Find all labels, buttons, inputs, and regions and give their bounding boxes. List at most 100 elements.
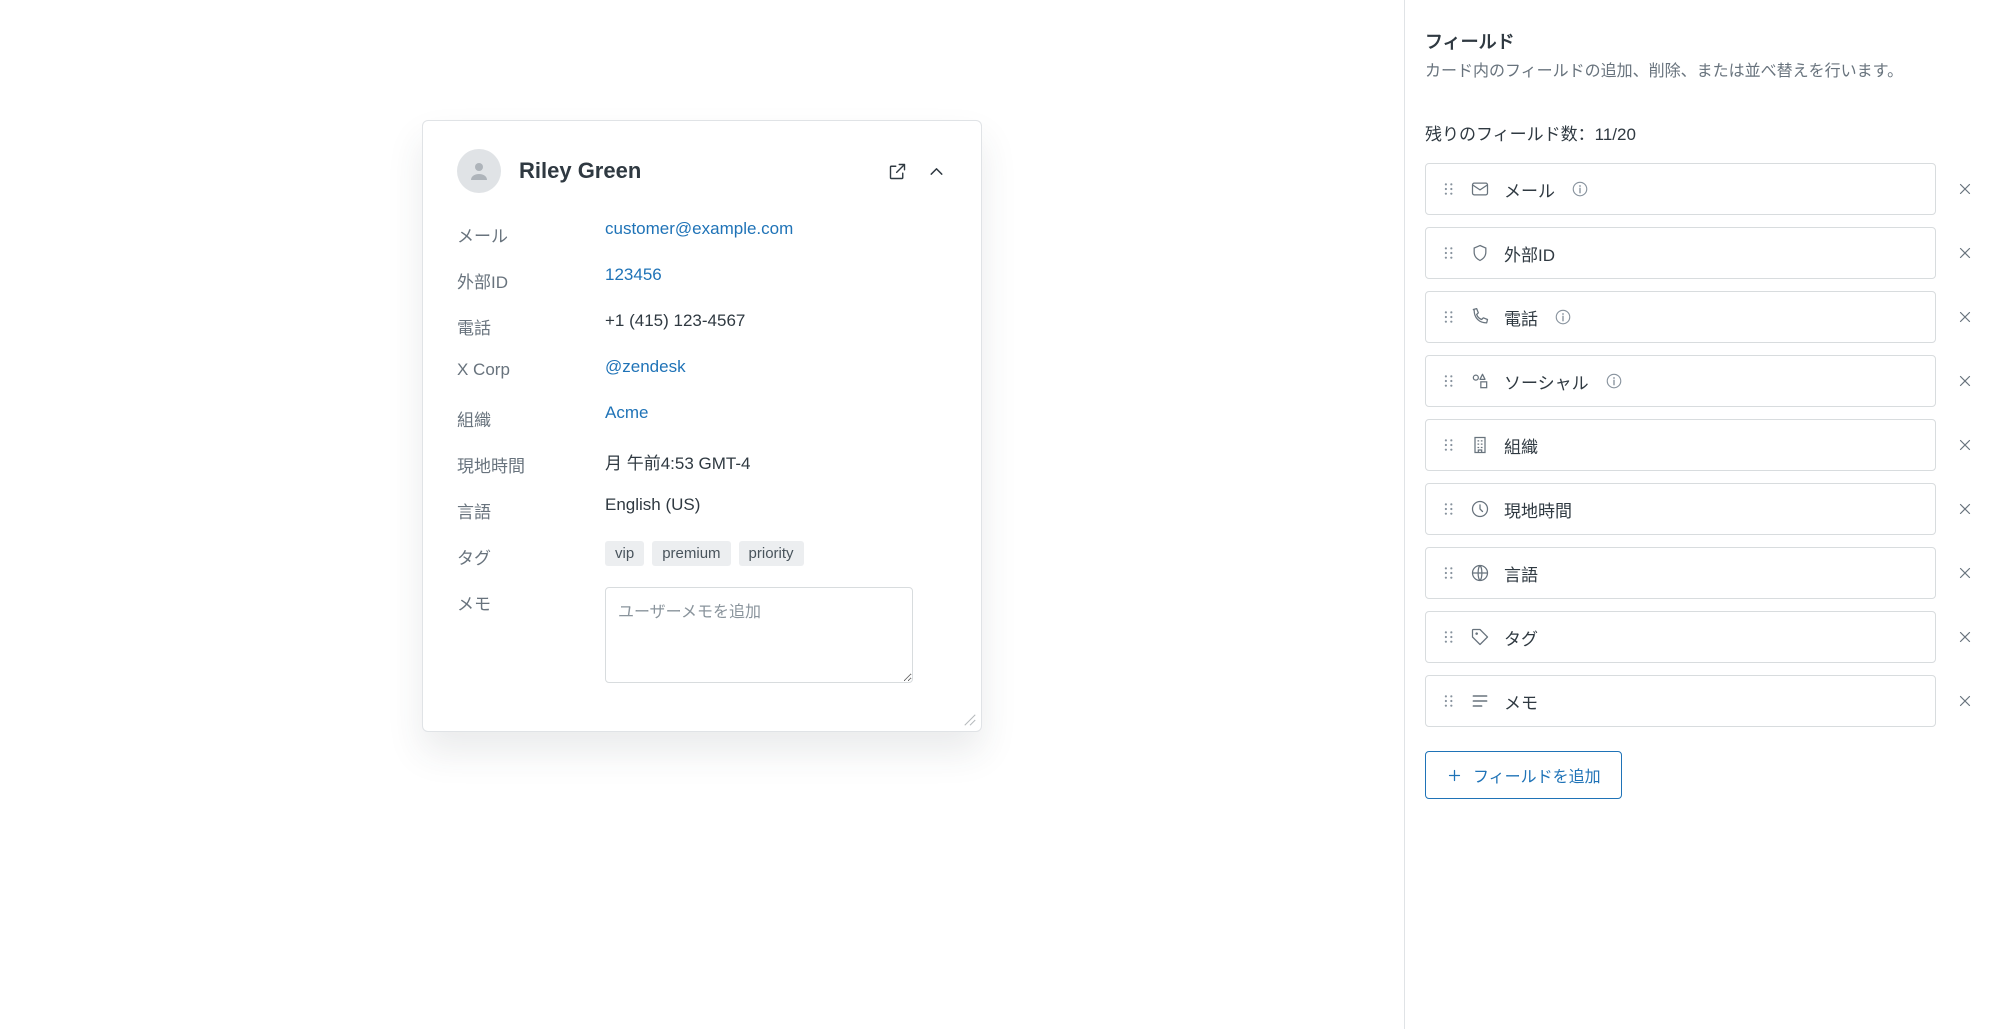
field-row-external-id: 外部ID 123456	[457, 265, 947, 293]
field-label: X Corp	[457, 357, 605, 380]
field-item[interactable]: 電話	[1425, 291, 1936, 343]
building-icon	[1470, 435, 1490, 455]
field-label: タグ	[457, 541, 605, 569]
info-button[interactable]	[1554, 308, 1572, 326]
drag-handle[interactable]	[1442, 436, 1456, 454]
remove-field-button[interactable]	[1950, 686, 1980, 716]
field-value-org[interactable]: Acme	[605, 403, 947, 423]
tag[interactable]: priority	[739, 541, 804, 566]
close-icon	[1956, 500, 1974, 518]
memo-input[interactable]	[605, 587, 913, 683]
close-icon	[1956, 436, 1974, 454]
popout-icon	[887, 161, 908, 182]
field-value-xcorp[interactable]: @zendesk	[605, 357, 947, 377]
field-row-org: 組織 Acme	[457, 403, 947, 431]
field-item[interactable]: 現地時間	[1425, 483, 1936, 535]
close-icon	[1956, 244, 1974, 262]
field-label: 電話	[457, 311, 605, 339]
field-value-phone: +1 (415) 123-4567	[605, 311, 947, 331]
field-value-localtime: 月 午前4:53 GMT-4	[605, 449, 947, 474]
tag[interactable]: vip	[605, 541, 644, 566]
field-item-label: ソーシャル	[1504, 369, 1589, 394]
config-panel: フィールド カード内のフィールドの追加、削除、または並べ替えを行います。 残りの…	[1404, 0, 2000, 1029]
field-item[interactable]: 組織	[1425, 419, 1936, 471]
tag[interactable]: premium	[652, 541, 730, 566]
field-item-label: メモ	[1504, 689, 1538, 714]
field-label: 外部ID	[457, 265, 605, 293]
drag-handle[interactable]	[1442, 372, 1456, 390]
field-row-memo: メモ	[457, 587, 947, 683]
drag-handle[interactable]	[1442, 244, 1456, 262]
field-item-wrap: 外部ID	[1425, 227, 1980, 279]
field-item[interactable]: メモ	[1425, 675, 1936, 727]
field-label: 組織	[457, 403, 605, 431]
remaining-field-count: 残りのフィールド数：11/20	[1425, 120, 1980, 145]
field-item[interactable]: 外部ID	[1425, 227, 1936, 279]
globe-icon	[1470, 563, 1490, 583]
chevron-up-icon	[926, 161, 947, 182]
close-icon	[1956, 628, 1974, 646]
field-item-wrap: 言語	[1425, 547, 1980, 599]
drag-icon	[1442, 436, 1456, 454]
field-item-wrap: メモ	[1425, 675, 1980, 727]
add-field-label: フィールドを追加	[1473, 763, 1601, 787]
info-icon	[1605, 372, 1623, 390]
remove-field-button[interactable]	[1950, 174, 1980, 204]
field-item[interactable]: タグ	[1425, 611, 1936, 663]
field-item-label: メール	[1504, 177, 1555, 202]
field-label: メール	[457, 219, 605, 247]
drag-handle[interactable]	[1442, 692, 1456, 710]
remove-field-button[interactable]	[1950, 366, 1980, 396]
field-item-wrap: ソーシャル	[1425, 355, 1980, 407]
drag-handle[interactable]	[1442, 628, 1456, 646]
notes-icon	[1470, 691, 1490, 711]
drag-icon	[1442, 500, 1456, 518]
field-item-label: 電話	[1504, 305, 1538, 330]
field-label: 現地時間	[457, 449, 605, 477]
field-item-wrap: 組織	[1425, 419, 1980, 471]
add-field-button[interactable]: フィールドを追加	[1425, 751, 1622, 799]
resize-handle-icon	[963, 713, 977, 727]
field-label: メモ	[457, 587, 605, 615]
collapse-button[interactable]	[926, 161, 947, 182]
remove-field-button[interactable]	[1950, 430, 1980, 460]
drag-handle[interactable]	[1442, 564, 1456, 582]
panel-title: フィールド	[1425, 28, 1980, 54]
user-icon	[467, 159, 491, 183]
close-icon	[1956, 692, 1974, 710]
remove-field-button[interactable]	[1950, 558, 1980, 588]
popout-button[interactable]	[887, 161, 908, 182]
field-item-label: 組織	[1504, 433, 1538, 458]
drag-handle[interactable]	[1442, 308, 1456, 326]
field-item-label: 現地時間	[1504, 497, 1572, 522]
drag-icon	[1442, 372, 1456, 390]
close-icon	[1956, 180, 1974, 198]
field-item[interactable]: 言語	[1425, 547, 1936, 599]
drag-handle[interactable]	[1442, 500, 1456, 518]
field-value-email[interactable]: customer@example.com	[605, 219, 947, 239]
drag-icon	[1442, 692, 1456, 710]
avatar	[457, 149, 501, 193]
user-card: Riley Green メール customer@example.com 外部I…	[422, 120, 982, 732]
remove-field-button[interactable]	[1950, 302, 1980, 332]
drag-icon	[1442, 180, 1456, 198]
field-item-wrap: 現地時間	[1425, 483, 1980, 535]
field-item-label: 外部ID	[1504, 241, 1555, 266]
field-value-external-id[interactable]: 123456	[605, 265, 947, 285]
remove-field-button[interactable]	[1950, 238, 1980, 268]
card-header: Riley Green	[457, 149, 947, 193]
plus-icon	[1446, 767, 1463, 784]
info-button[interactable]	[1571, 180, 1589, 198]
remove-field-button[interactable]	[1950, 622, 1980, 652]
field-item[interactable]: ソーシャル	[1425, 355, 1936, 407]
remove-field-button[interactable]	[1950, 494, 1980, 524]
clock-icon	[1470, 499, 1490, 519]
close-icon	[1956, 564, 1974, 582]
phone-icon	[1470, 307, 1490, 327]
drag-handle[interactable]	[1442, 180, 1456, 198]
field-item[interactable]: メール	[1425, 163, 1936, 215]
tag-icon	[1470, 627, 1490, 647]
info-button[interactable]	[1605, 372, 1623, 390]
field-row-localtime: 現地時間 月 午前4:53 GMT-4	[457, 449, 947, 477]
drag-icon	[1442, 628, 1456, 646]
